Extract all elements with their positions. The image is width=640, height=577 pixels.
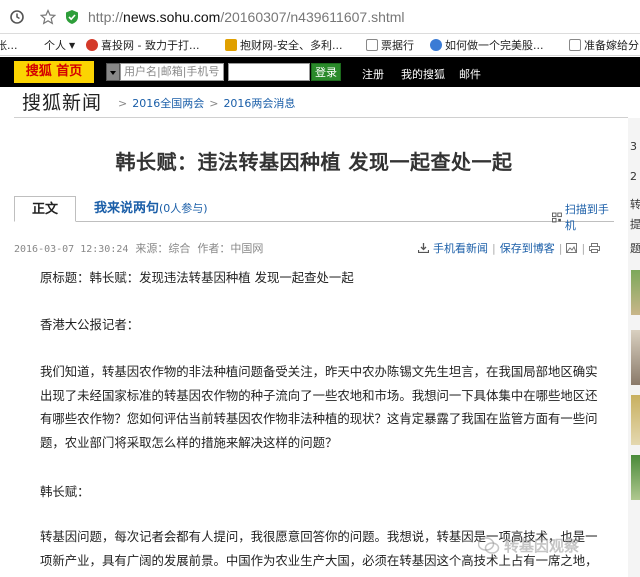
site-header: 搜狐新闻 > 2016全国两会 > 2016两会消息 [0, 88, 640, 118]
bookmark-label: 张... [0, 39, 18, 52]
chevron-right-icon: > [209, 96, 219, 110]
breadcrumb: > 2016全国两会 > 2016两会消息 [118, 95, 295, 111]
mail-link[interactable]: 邮件 [459, 66, 481, 82]
bookmarks-bar: 张... 个人 ▼ 喜投网 - 致力于打... 抱财网-安全、多利... 票据行… [0, 34, 640, 56]
wechat-icon [478, 536, 500, 554]
bookmark-item[interactable]: 喜投网 - 致力于打... [86, 37, 199, 53]
account-type-dropdown[interactable] [106, 63, 120, 81]
side-panel-text: 转 [630, 198, 640, 211]
comment-count: (0人参与) [159, 202, 208, 215]
watermark-text: 转基因观察 [504, 537, 580, 555]
scan-to-phone-button[interactable]: 扫描到手机 [552, 201, 614, 233]
print-icon[interactable] [589, 243, 601, 253]
article-paragraph: 我们知道，转基因农作物的非法种植问题备受关注，昨天中农办陈锡文先生坦言，在我国局… [40, 364, 598, 450]
article-source: 来源：综合 [135, 242, 191, 255]
page-icon [569, 39, 581, 51]
article-paragraph: 香港大公报记者： [40, 317, 140, 332]
bookmark-item[interactable]: 准备嫁给分 [569, 37, 639, 53]
side-panel-image[interactable] [631, 330, 640, 385]
download-icon [418, 243, 429, 253]
bookmark-label: 抱财网-安全、多利... [240, 39, 343, 52]
history-icon[interactable] [9, 9, 25, 25]
side-panel-image[interactable] [631, 455, 640, 500]
chevron-right-icon: > [118, 96, 128, 110]
page-icon [366, 39, 378, 51]
divider: | [492, 241, 496, 255]
divider: | [558, 241, 563, 255]
watermark: 转基因观察 [478, 535, 579, 556]
bookmark-folder-personal[interactable]: 个人 ▼ [44, 37, 75, 53]
url-scheme: http:// [88, 9, 124, 25]
bookmark-label: 喜投网 - 致力于打... [101, 39, 200, 52]
sohu-news-logo[interactable]: 搜狐新闻 [22, 88, 102, 115]
tab-comments[interactable]: 我来说两句(0人参与) [94, 196, 208, 222]
secure-shield-icon [66, 10, 78, 24]
side-panel-text: 题 [630, 242, 640, 255]
bookmark-star-icon[interactable] [40, 9, 56, 25]
tab-main-text[interactable]: 正文 [14, 196, 76, 222]
breadcrumb-item[interactable]: 2016两会消息 [223, 95, 295, 111]
image-icon[interactable] [566, 243, 578, 253]
register-link[interactable]: 注册 [362, 66, 384, 82]
article-paragraph: 韩长赋： [40, 484, 90, 499]
side-panel-image[interactable] [631, 270, 640, 315]
qr-code-icon [552, 212, 562, 222]
baocai-favicon-icon [225, 39, 237, 51]
bookmark-label: 如何做一个完美股... [445, 39, 544, 52]
side-panel-text: 提 [630, 218, 640, 231]
article-title: 韩长赋：违法转基因种植 发现一起查处一起 [115, 150, 513, 174]
side-panel-image[interactable] [631, 395, 640, 445]
header-divider [14, 117, 628, 118]
tab-comments-label: 我来说两句 [94, 201, 160, 216]
scan-label: 扫描到手机 [564, 203, 609, 232]
bookmark-label: 票据行 [381, 39, 414, 52]
browser-address-bar: http://news.sohu.com/20160307/n439611607… [0, 0, 640, 34]
sohu-home-logo[interactable]: 搜狐 首页 [14, 61, 94, 83]
side-panel-text: 3 [630, 140, 637, 153]
url-path: /20160307/n439611607.shtml [220, 9, 405, 25]
my-sohu-link[interactable]: 我的搜狐 [401, 66, 445, 82]
side-panel-text: 2 [630, 170, 637, 183]
article-tabs: 正文 我来说两句(0人参与) 扫描到手机 [14, 196, 614, 232]
login-button[interactable]: 登录 [311, 63, 341, 81]
article-paragraph: 原标题：韩长赋：发现违法转基因种植 发现一起查处一起 [40, 270, 354, 285]
sohu-top-bar: 搜狐 首页 用户名|邮箱|手机号 登录 注册 我的搜狐 邮件 [0, 57, 640, 87]
mobile-news-link[interactable]: 手机看新闻 [433, 240, 488, 256]
article-actions: 手机看新闻 | 保存到博客 | | [418, 240, 601, 256]
divider: | [581, 241, 586, 255]
url-host: news.sohu.com [123, 9, 221, 25]
login-area: 用户名|邮箱|手机号 [106, 63, 310, 81]
username-input[interactable]: 用户名|邮箱|手机号 [120, 63, 224, 81]
bookmark-item[interactable]: 票据行 [366, 37, 414, 53]
article-author: 作者：中国网 [197, 242, 264, 255]
save-to-blog-link[interactable]: 保存到博客 [500, 240, 555, 256]
bookmark-item[interactable]: 如何做一个完美股... [430, 37, 544, 53]
globe-favicon-icon [430, 39, 442, 51]
password-input[interactable] [228, 63, 310, 81]
bookmark-item[interactable]: 张... [0, 37, 18, 53]
bookmark-label: 准备嫁给分 [584, 39, 639, 52]
breadcrumb-item[interactable]: 2016全国两会 [132, 95, 204, 111]
bookmark-label: 个人 [44, 39, 66, 52]
xitou-favicon-icon [86, 39, 98, 51]
bookmark-item[interactable]: 抱财网-安全、多利... [225, 37, 342, 53]
publish-date: 2016-03-07 12:30:24 [14, 244, 129, 255]
chevron-down-icon: ▼ [69, 40, 76, 50]
address-url[interactable]: http://news.sohu.com/20160307/n439611607… [88, 9, 405, 25]
